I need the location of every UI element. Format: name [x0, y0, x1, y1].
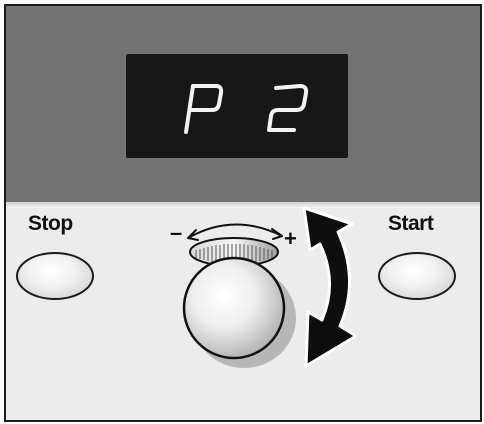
curved-double-arrow-icon	[298, 202, 368, 382]
stop-button[interactable]	[16, 252, 94, 300]
display-area: P 2	[6, 6, 480, 202]
display-segments	[184, 84, 309, 134]
control-panel: P 2 Stop Start – +	[4, 4, 482, 422]
start-button[interactable]	[378, 252, 456, 300]
stop-label: Stop	[28, 212, 73, 235]
display-digit-right	[267, 84, 309, 132]
rotary-knob[interactable]	[166, 212, 306, 372]
start-label: Start	[388, 212, 434, 235]
display-digit-left	[184, 84, 224, 134]
lcd-display: P 2	[126, 54, 348, 158]
